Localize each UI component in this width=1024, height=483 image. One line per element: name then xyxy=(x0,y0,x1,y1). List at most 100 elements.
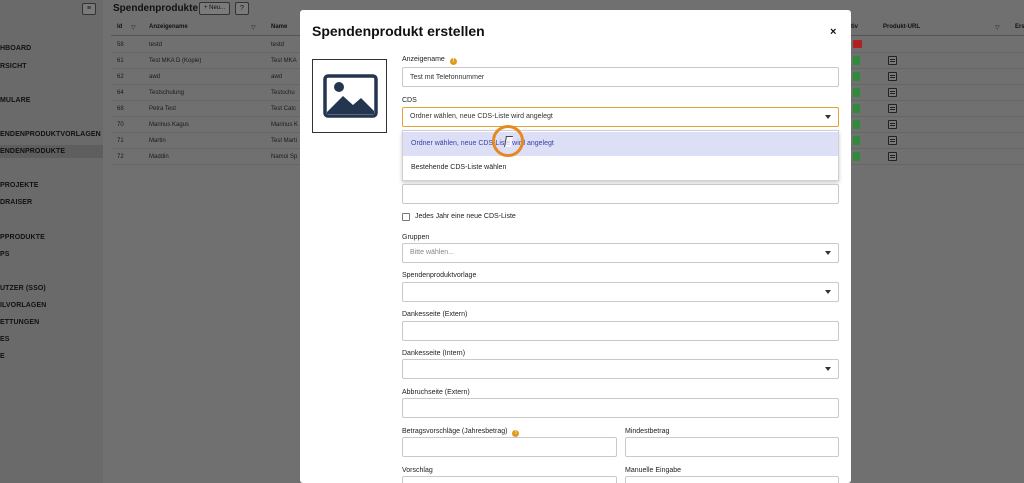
cell-name: Test Marti xyxy=(271,138,298,144)
sidebar-item-einstellungen[interactable]: ETTUNGEN xyxy=(0,319,39,326)
cell-id: 61 xyxy=(117,58,124,64)
info-icon[interactable]: ! xyxy=(449,58,457,65)
cds-dropdown-menu: Ordner wählen, neue CDS-Liste wird angel… xyxy=(402,130,839,181)
image-icon xyxy=(323,74,378,118)
close-button[interactable]: × xyxy=(830,26,836,38)
anzeigename-input[interactable] xyxy=(402,67,839,87)
cds-list-name-input[interactable] xyxy=(402,184,839,204)
cell-name: Testschu xyxy=(271,90,295,96)
gruppen-placeholder: Bitte wählen... xyxy=(410,249,454,256)
status-badge xyxy=(853,56,860,65)
document-icon[interactable] xyxy=(888,120,897,129)
anzeigename-label: Anzeigename! xyxy=(402,56,457,65)
status-badge xyxy=(853,136,860,145)
filter-icon[interactable]: ▽ xyxy=(251,24,256,31)
status-badge xyxy=(853,72,860,81)
sidebar-item-formulare[interactable]: MULARE xyxy=(0,97,31,104)
cell-name: awd xyxy=(271,74,283,80)
sidebar-item-e[interactable]: E xyxy=(0,353,5,360)
create-donation-product-dialog: Spendenprodukt erstellen × Anzeigename! … xyxy=(300,10,851,483)
cell-anzeigename: Marinus Kagus xyxy=(149,122,190,128)
document-icon[interactable] xyxy=(888,104,897,113)
info-icon[interactable]: ! xyxy=(512,430,520,437)
dank-extern-label: Dankesseite (Extern) xyxy=(402,311,468,318)
document-icon[interactable] xyxy=(888,72,897,81)
document-icon[interactable] xyxy=(888,152,897,161)
betrag-label-text: Betragsvorschläge (Jahresbetrag) xyxy=(402,428,508,435)
status-badge xyxy=(853,104,860,113)
manuell-label: Manuelle Eingabe xyxy=(625,467,682,474)
new-list-yearly-checkbox[interactable] xyxy=(402,213,410,221)
dank-intern-label: Dankesseite (Intern) xyxy=(402,350,466,357)
document-icon[interactable] xyxy=(888,136,897,145)
gruppen-select[interactable]: Bitte wählen... xyxy=(402,243,839,263)
manuell-input[interactable] xyxy=(625,476,839,483)
betrag-label: Betragsvorschläge (Jahresbetrag)! xyxy=(402,428,520,437)
cell-anzeigename: testd xyxy=(149,42,163,48)
column-header-name[interactable]: Name xyxy=(271,20,287,34)
sidebar-item-fundraiser[interactable]: DRAISER xyxy=(0,199,32,206)
cell-name: Test MKA xyxy=(271,58,297,64)
new-button[interactable]: + Neu... xyxy=(199,2,231,15)
sidebar-item-uebersicht[interactable]: RSICHT xyxy=(0,63,27,70)
sidebar-item-apps[interactable]: PS xyxy=(0,251,10,258)
image-upload[interactable] xyxy=(312,59,387,133)
column-header-anzeigename[interactable]: Anzeigename xyxy=(149,20,188,34)
cds-option-bestehende[interactable]: Bestehende CDS-Liste wählen xyxy=(403,156,838,180)
cell-id: 62 xyxy=(117,74,124,80)
sidebar-item-spendenprodukte[interactable]: ENDENPRODUKTE xyxy=(0,145,103,158)
sidebar-item-spendenproduktvorlagen[interactable]: ENDENPRODUKTVORLAGEN xyxy=(0,131,101,138)
chevron-down-icon xyxy=(825,367,831,371)
cell-name: Namoi Sp xyxy=(271,154,298,160)
dank-extern-input[interactable] xyxy=(402,321,839,341)
vorschlag-input[interactable] xyxy=(402,476,617,483)
mindest-input[interactable] xyxy=(625,437,839,457)
cursor-highlight xyxy=(492,125,524,157)
cell-id: 64 xyxy=(117,90,124,96)
sidebar-item-mailvorlagen[interactable]: ILVORLAGEN xyxy=(0,302,46,309)
anzeigename-label-text: Anzeigename xyxy=(402,56,445,63)
sidebar-item-shopprodukte[interactable]: PPRODUKTE xyxy=(0,234,45,241)
help-button[interactable]: ? xyxy=(235,2,249,15)
cell-anzeigename: Petra Test xyxy=(149,106,176,112)
column-header-id[interactable]: Id xyxy=(117,20,122,34)
cds-label: CDS xyxy=(402,97,417,104)
abbruch-label: Abbruchseite (Extern) xyxy=(402,389,470,396)
menu-icon[interactable]: ≡ xyxy=(82,3,96,15)
gruppen-label: Gruppen xyxy=(402,234,430,241)
filter-icon[interactable]: ▽ xyxy=(131,24,136,31)
filter-icon[interactable]: ▽ xyxy=(995,24,1000,31)
status-badge xyxy=(853,120,860,129)
status-badge xyxy=(853,88,860,97)
sidebar-item-benutzer-sso[interactable]: UTZER (SSO) xyxy=(0,285,46,292)
vorschlag-label: Vorschlag xyxy=(402,467,433,474)
mindest-label: Mindestbetrag xyxy=(625,428,670,435)
cell-id: 72 xyxy=(117,154,124,160)
column-header-ers[interactable]: Ers xyxy=(1015,20,1024,34)
checkbox-label: Jedes Jahr eine neue CDS-Liste xyxy=(415,213,516,220)
cell-name: Marinus K xyxy=(271,122,299,128)
document-icon[interactable] xyxy=(888,56,897,65)
cell-id: 58 xyxy=(117,42,124,48)
cell-id: 71 xyxy=(117,138,124,144)
vorlage-label: Spendenproduktvorlage xyxy=(402,272,477,279)
page-title: Spendenprodukte xyxy=(113,3,199,14)
sidebar-item-projekte[interactable]: PROJEKTE xyxy=(0,182,39,189)
abbruch-input[interactable] xyxy=(402,398,839,418)
sidebar: ≡ HBOARD RSICHT MULARE ENDENPRODUKTVORLA… xyxy=(0,0,103,483)
cell-anzeigename: Test MKA D (Kopie) xyxy=(149,58,202,64)
column-header-aktiv[interactable]: tiv xyxy=(851,20,858,34)
dank-intern-select[interactable] xyxy=(402,359,839,379)
sidebar-item-es[interactable]: ES xyxy=(0,336,10,343)
vorlage-select[interactable] xyxy=(402,282,839,302)
chevron-down-icon xyxy=(825,115,831,119)
cell-anzeigename: Maddin xyxy=(149,154,169,160)
cell-anzeigename: Martin xyxy=(149,138,166,144)
cds-selected-value: Ordner wählen, neue CDS-Liste wird angel… xyxy=(410,113,553,120)
document-icon[interactable] xyxy=(888,88,897,97)
column-header-produkt-url[interactable]: Produkt-URL xyxy=(883,20,920,34)
cds-select[interactable]: Ordner wählen, neue CDS-Liste wird angel… xyxy=(402,107,839,127)
sidebar-item-dashboard[interactable]: HBOARD xyxy=(0,45,31,52)
betrag-input[interactable] xyxy=(402,437,617,457)
cds-option-ordner[interactable]: Ordner wählen, neue CDS-Liste wird angel… xyxy=(403,132,838,156)
